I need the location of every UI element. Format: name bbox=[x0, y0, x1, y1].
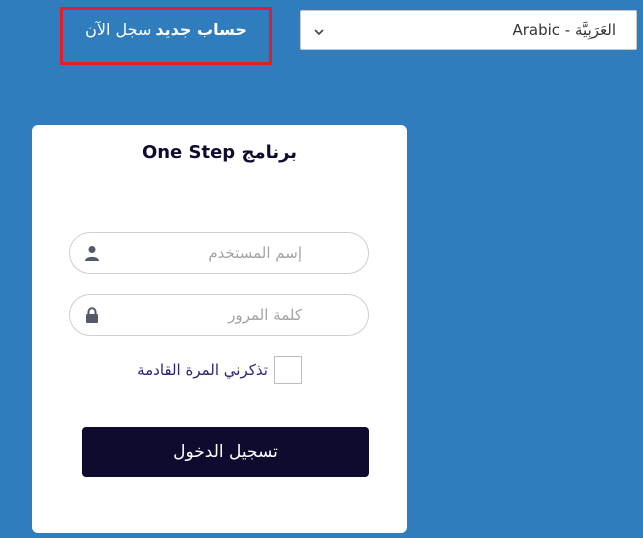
remember-me-row: تذكرني المرة القادمة bbox=[32, 356, 407, 384]
signup-highlight: حساب جديد سجل الآن bbox=[60, 7, 272, 65]
remember-me-checkbox[interactable] bbox=[273, 356, 302, 384]
signup-link[interactable]: حساب جديد bbox=[155, 20, 247, 39]
lock-icon bbox=[83, 306, 101, 324]
login-card: برنامج One Step تذكرني المرة القادمة bbox=[32, 125, 407, 533]
password-field[interactable] bbox=[69, 294, 369, 336]
login-page: حساب جديد سجل الآن Arabic - العَرَبِيَّة… bbox=[0, 0, 643, 538]
card-title: برنامج One Step bbox=[141, 142, 298, 163]
remember-me-label[interactable]: تذكرني المرة القادمة bbox=[137, 361, 268, 379]
username-field[interactable] bbox=[69, 232, 369, 274]
user-icon bbox=[83, 244, 101, 262]
username-input[interactable] bbox=[101, 233, 368, 273]
signup-prefix-text: سجل الآن bbox=[85, 20, 152, 39]
password-input[interactable] bbox=[101, 295, 368, 335]
language-select[interactable]: Arabic - العَرَبِيَّة bbox=[300, 10, 637, 50]
language-select-value: Arabic - العَرَبِيَّة bbox=[512, 21, 616, 39]
login-button[interactable]: تسجيل الدخول bbox=[82, 427, 369, 477]
chevron-down-icon bbox=[313, 24, 325, 36]
